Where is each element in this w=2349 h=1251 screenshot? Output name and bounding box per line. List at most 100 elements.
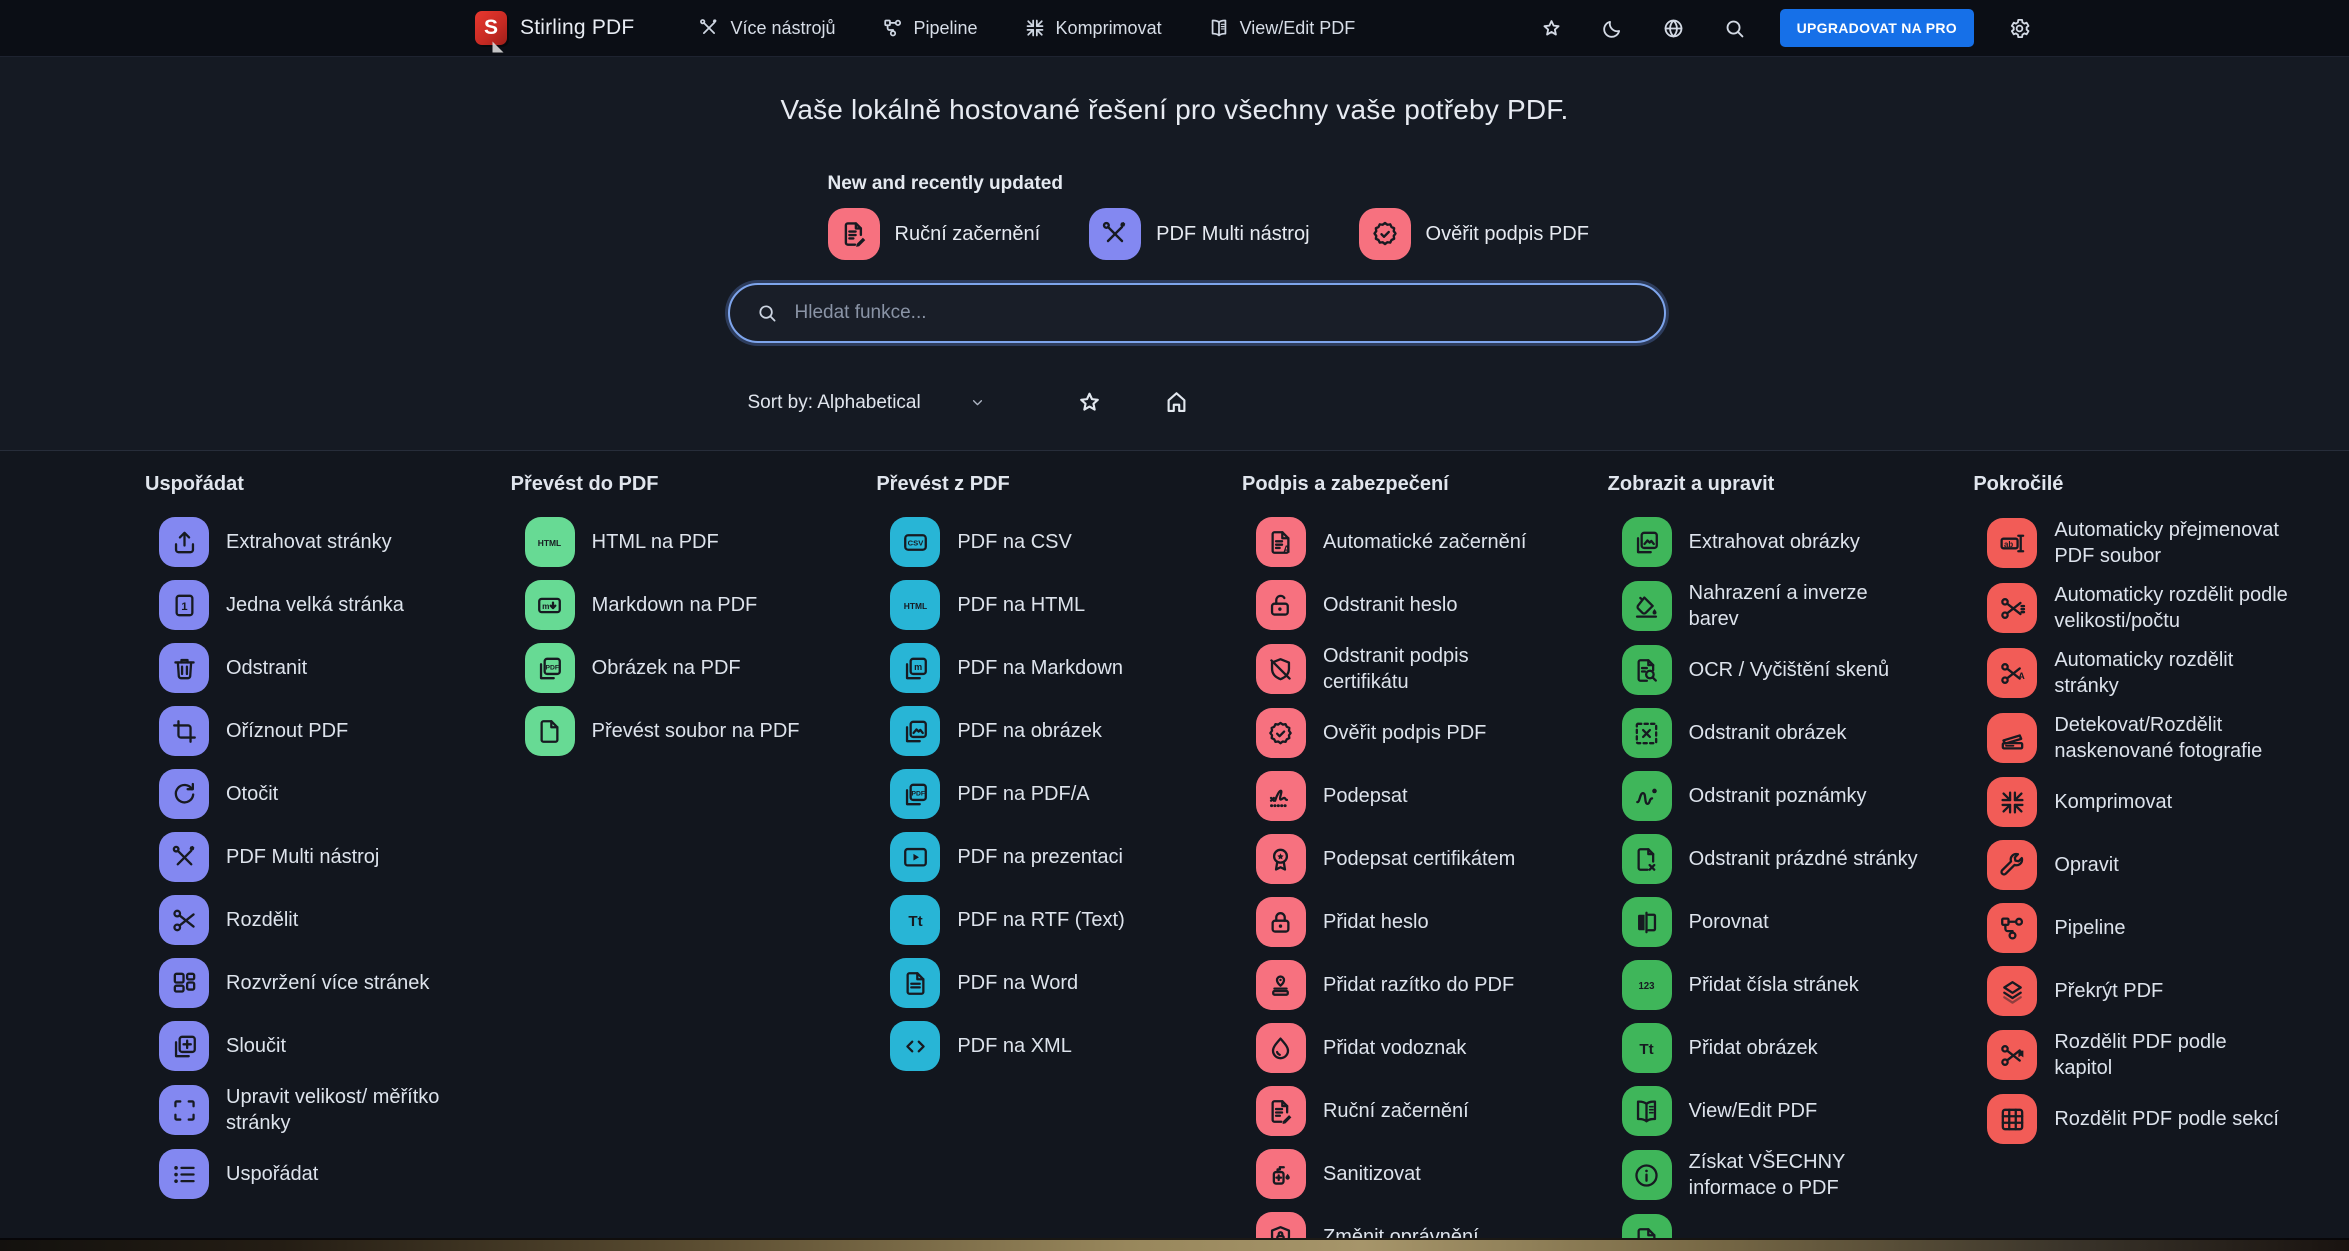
tool-item-oto-it[interactable]: Otočit [159, 769, 485, 819]
tool-item-label: Přidat vodoznak [1323, 1035, 1466, 1061]
nav-item-v-ce-n-stroj[interactable]: Více nástrojů [698, 17, 835, 39]
column-title: Uspořádat [145, 473, 485, 496]
tool-item-p-idat-sla-str-nek[interactable]: 123Přidat čísla stránek [1622, 960, 1948, 1010]
search-button[interactable] [1719, 13, 1750, 44]
tool-item-pdf-na-markdown[interactable]: mPDF na Markdown [890, 643, 1216, 693]
watermark-icon [1256, 1023, 1306, 1073]
tool-item-o-znout-pdf[interactable]: Oříznout PDF [159, 706, 485, 756]
sort-dropdown[interactable]: Sort by: Alphabetical [748, 392, 986, 414]
tool-item-uspo-dat[interactable]: Uspořádat [159, 1149, 485, 1199]
tool-item-pdf-na-pdf-a[interactable]: PDFPDF na PDF/A [890, 769, 1216, 819]
column-title: Převést z PDF [876, 473, 1216, 496]
tool-item-p-idat-heslo[interactable]: Přidat heslo [1256, 897, 1582, 947]
tool-item-html-na-pdf[interactable]: HTMLHTML na PDF [525, 517, 851, 567]
tool-item-odstranit[interactable]: Odstranit [159, 643, 485, 693]
tool-item-podepsat-certifik-tem[interactable]: Podepsat certifikátem [1256, 834, 1582, 884]
dark-mode-button[interactable] [1597, 13, 1628, 44]
tool-item-label: Automaticky přejmenovat PDF soubor [2054, 517, 2288, 569]
tool-item-nahrazen-a-inverze-barev[interactable]: Nahrazení a inverze barev [1622, 580, 1948, 632]
tool-item-obr-zek-na-pdf[interactable]: PDFObrázek na PDF [525, 643, 851, 693]
tool-item-odstranit-heslo[interactable]: Odstranit heslo [1256, 580, 1582, 630]
tool-item-label: Přidat heslo [1323, 909, 1429, 935]
tool-item-label: Přidat obrázek [1689, 1035, 1818, 1061]
tool-item-rozd-lit-pdf-podle-kapitol[interactable]: Rozdělit PDF podle kapitol [1987, 1029, 2313, 1081]
tool-item-sanitizovat[interactable]: Sanitizovat [1256, 1149, 1582, 1199]
tool-item-opravit[interactable]: Opravit [1987, 840, 2313, 890]
tool-item-label: PDF na prezentaci [957, 844, 1123, 870]
tool-item-p-idat-vodoznak[interactable]: Přidat vodoznak [1256, 1023, 1582, 1073]
language-button[interactable] [1658, 13, 1689, 44]
tool-item-podepsat[interactable]: Podepsat [1256, 771, 1582, 821]
tool-item-label: Extrahovat stránky [226, 529, 392, 555]
tool-column-podpis-a-zabezpe-en: Podpis a zabezpečeníAAutomatické začerně… [1242, 473, 1582, 1251]
tool-item-pdf-na-obr-zek[interactable]: PDF na obrázek [890, 706, 1216, 756]
nav-item-view-edit-pdf[interactable]: View/Edit PDF [1208, 17, 1356, 39]
upgrade-pro-button[interactable]: UPGRADOVAT NA PRO [1780, 9, 1974, 47]
tool-item-slou-it[interactable]: Sloučit [159, 1021, 485, 1071]
tool-item-p-idat-obr-zek[interactable]: TtPřidat obrázek [1622, 1023, 1948, 1073]
compress-icon [1024, 17, 1046, 39]
tool-item-automatick-za-ern-n[interactable]: A Automatické začernění [1256, 517, 1582, 567]
tool-item-automaticky-rozd-lit-str-nky[interactable]: AAutomaticky rozdělit stránky [1987, 647, 2313, 699]
tool-item-pdf-multi-n-stroj[interactable]: PDF Multi nástroj [159, 832, 485, 882]
search-input[interactable] [795, 302, 1638, 324]
tool-item-odstranit-obr-zek[interactable]: Odstranit obrázek [1622, 708, 1948, 758]
favorites-star-button[interactable] [1536, 13, 1567, 44]
tool-item-ov-it-podpis-pdf[interactable]: Ověřit podpis PDF [1256, 708, 1582, 758]
tool-item-label: Jedna velká stránka [226, 592, 404, 618]
tool-item-odstranit-pr-zdn-str-nky[interactable]: Odstranit prázdné stránky [1622, 834, 1948, 884]
tool-item-p-idat-raz-tko-do-pdf[interactable]: Přidat razítko do PDF [1256, 960, 1582, 1010]
tool-item-p-ev-st-soubor-na-pdf[interactable]: Převést soubor na PDF [525, 706, 851, 756]
tool-item-rozvr-en-v-ce-str-nek[interactable]: Rozvržení více stránek [159, 958, 485, 1008]
tool-item-pdf-na-prezentaci[interactable]: PDF na prezentaci [890, 832, 1216, 882]
tool-item-odstranit-podpis-certifik-tu[interactable]: Odstranit podpis certifikátu [1256, 643, 1582, 695]
tool-item-pipeline[interactable]: Pipeline [1987, 903, 2313, 953]
tool-item-label: Převést soubor na PDF [592, 718, 800, 744]
search-bar[interactable] [728, 283, 1666, 343]
sort-label: Sort by: Alphabetical [748, 392, 921, 414]
tool-item-label: Rozdělit PDF podle sekcí [2054, 1106, 2279, 1132]
tool-item-label: View/Edit PDF [1689, 1098, 1818, 1124]
tool-item-pdf-na-rtf-text[interactable]: TtPDF na RTF (Text) [890, 895, 1216, 945]
tool-item-odstranit-pozn-mky[interactable]: Odstranit poznámky [1622, 771, 1948, 821]
brand-name: Stirling PDF [520, 16, 634, 40]
nav-item-komprimovat[interactable]: Komprimovat [1024, 17, 1162, 39]
tool-item-ocr-vy-i-t-n-sken[interactable]: OCR / Vyčištění skenů [1622, 645, 1948, 695]
tool-item-rozd-lit-pdf-podle-sekc[interactable]: Rozdělit PDF podle sekcí [1987, 1094, 2313, 1144]
featured-item-ov-it-podpis-pdf[interactable]: Ověřit podpis PDF [1359, 208, 1589, 260]
settings-button[interactable] [2004, 13, 2035, 44]
tool-item-label: Automatické začernění [1323, 529, 1526, 555]
tool-item-automaticky-rozd-lit-podle-velikosti-po-tu[interactable]: Automaticky rozdělit podle velikosti/poč… [1987, 582, 2313, 634]
favorites-filter-button[interactable] [1072, 385, 1107, 420]
tool-item-jedna-velk-str-nka[interactable]: 1Jedna velká stránka [159, 580, 485, 630]
sanitize-icon [1256, 1149, 1306, 1199]
tool-item-porovnat[interactable]: Porovnat [1622, 897, 1948, 947]
tool-item-komprimovat[interactable]: Komprimovat [1987, 777, 2313, 827]
auto-redact-icon: A [1256, 517, 1306, 567]
certificate-icon [1256, 834, 1306, 884]
multi-tool-icon [159, 832, 209, 882]
column-title: Převést do PDF [511, 473, 851, 496]
tool-item-z-skat-v-echny-informace-o-pdf[interactable]: Získat VŠECHNY informace o PDF [1622, 1149, 1948, 1201]
info-icon [1622, 1150, 1672, 1200]
stirling-logo-icon: S [475, 11, 507, 45]
tool-item-p-ekr-t-pdf[interactable]: Překrýt PDF [1987, 966, 2313, 1016]
tool-item-markdown-na-pdf[interactable]: mMarkdown na PDF [525, 580, 851, 630]
tool-item-ru-n-za-ern-n[interactable]: Ruční začernění [1256, 1086, 1582, 1136]
tool-item-view-edit-pdf[interactable]: View/Edit PDF [1622, 1086, 1948, 1136]
tool-item-detekovat-rozd-lit-naskenovan-fotografie[interactable]: Detekovat/Rozdělit naskenované fotografi… [1987, 712, 2313, 764]
tool-item-automaticky-p-ejmenovat-pdf-soubor[interactable]: abAutomaticky přejmenovat PDF soubor [1987, 517, 2313, 569]
featured-item-ru-n-za-ern-n[interactable]: Ruční začernění [828, 208, 1041, 260]
tool-item-pdf-na-csv[interactable]: CSVPDF na CSV [890, 517, 1216, 567]
tool-item-rozd-lit[interactable]: Rozdělit [159, 895, 485, 945]
tool-item-extrahovat-str-nky[interactable]: Extrahovat stránky [159, 517, 485, 567]
tool-item-extrahovat-obr-zky[interactable]: Extrahovat obrázky [1622, 517, 1948, 567]
tool-item-upravit-velikost-m-tko-str-nky[interactable]: Upravit velikost/ měřítko stránky [159, 1084, 485, 1136]
app-logo[interactable]: S Stirling PDF [475, 11, 634, 45]
tool-item-pdf-na-xml[interactable]: PDF na XML [890, 1021, 1216, 1071]
home-button[interactable] [1159, 385, 1194, 420]
tool-item-pdf-na-html[interactable]: HTMLPDF na HTML [890, 580, 1216, 630]
tool-item-pdf-na-word[interactable]: PDF na Word [890, 958, 1216, 1008]
featured-item-pdf-multi-n-stroj[interactable]: PDF Multi nástroj [1089, 208, 1309, 260]
nav-item-pipeline[interactable]: Pipeline [882, 17, 978, 39]
